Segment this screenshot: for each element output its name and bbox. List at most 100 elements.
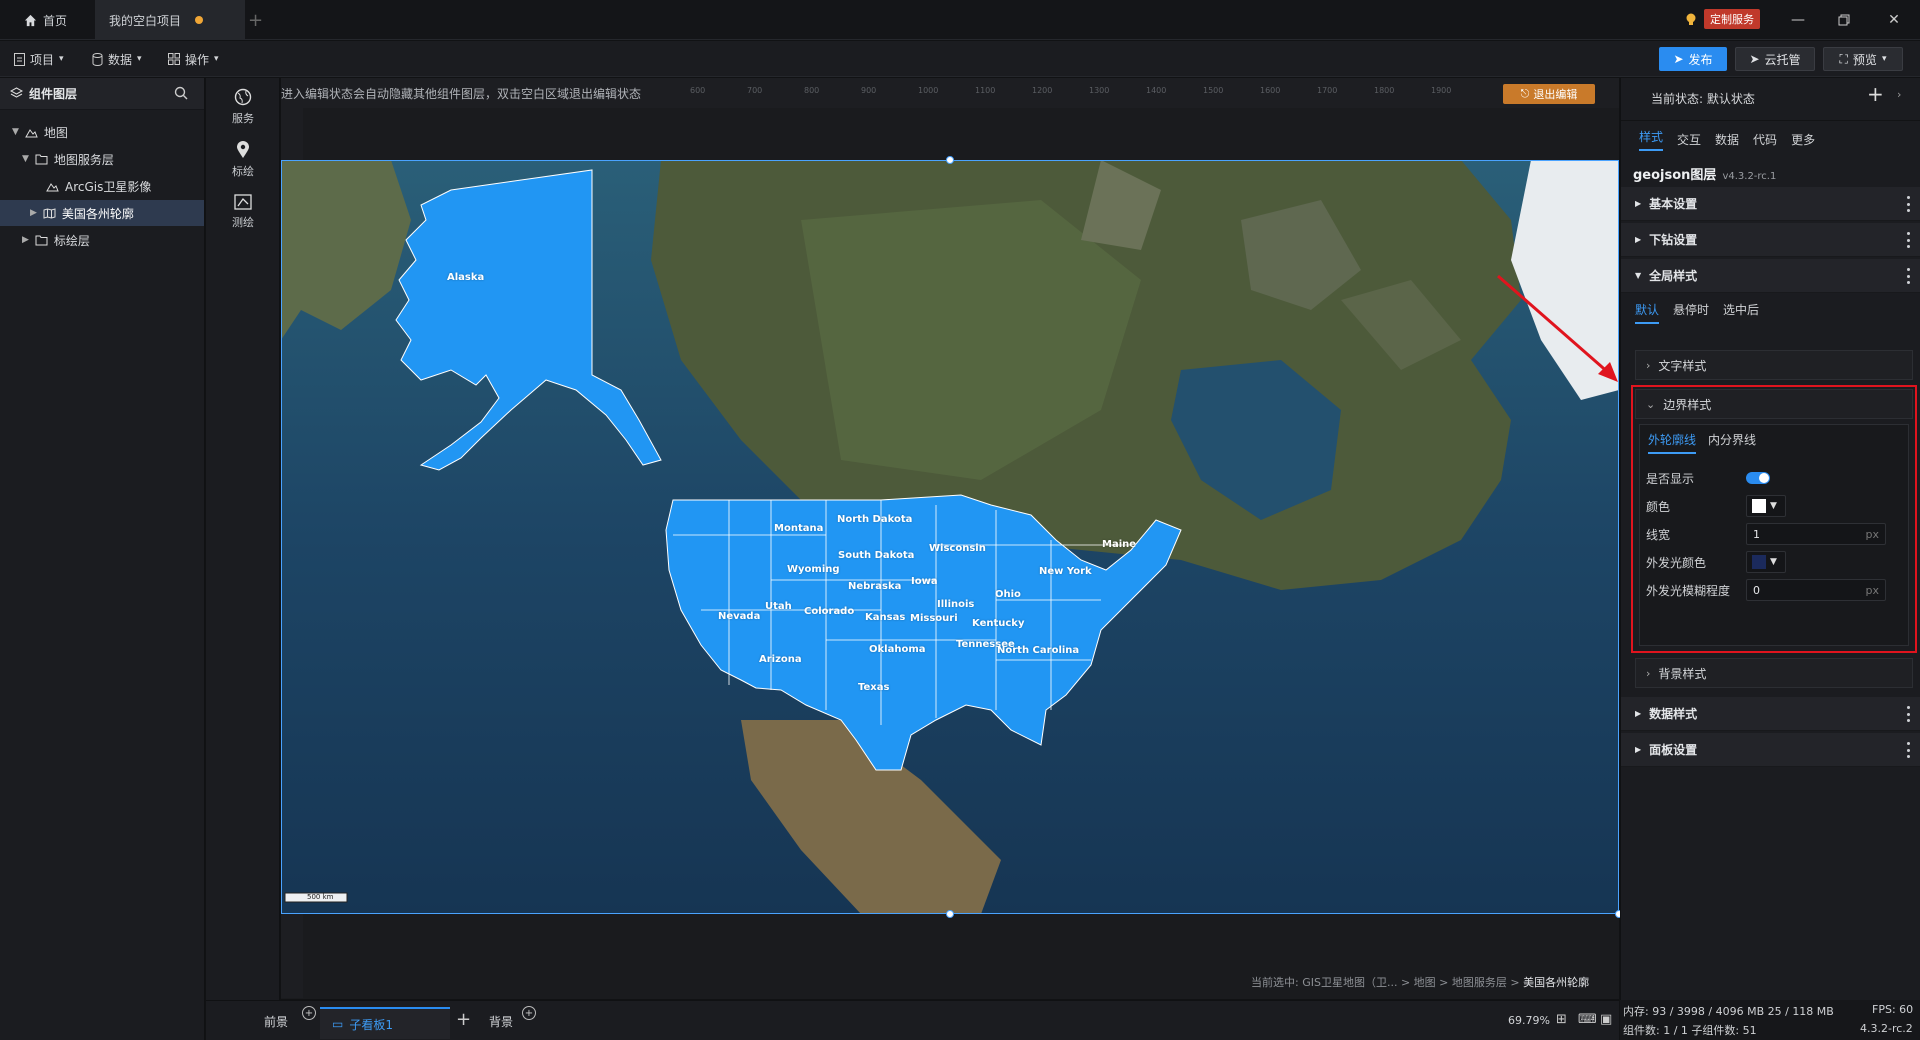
chevron-right-icon[interactable]: › xyxy=(1897,88,1901,101)
mountain-icon xyxy=(25,127,38,138)
resize-handle-bottom[interactable] xyxy=(946,910,954,918)
tab-data[interactable]: 数据 xyxy=(1715,131,1739,148)
more-icon[interactable] xyxy=(1907,706,1911,722)
chevron-down-icon: ▼ xyxy=(1770,501,1777,511)
preview-button[interactable]: ⛶ 预览 ▾ xyxy=(1823,47,1903,71)
minimize-icon[interactable]: — xyxy=(1788,10,1808,30)
subsection-border-style[interactable]: ⌄ 边界样式 xyxy=(1635,389,1913,419)
layer-panel-header: 组件图层 xyxy=(0,78,204,110)
menu-project[interactable]: 项目 ▾ xyxy=(14,41,64,77)
layer-panel: 组件图层 ▼ 地图 ▼ 地图服务层 ArcGis卫星影像 ▶ 美国各州轮廓 ▶ … xyxy=(0,78,205,1040)
chevron-down-icon: ▼ xyxy=(1770,557,1777,567)
glow-blur-input[interactable]: 0 px xyxy=(1746,579,1886,601)
new-tab-button[interactable]: + xyxy=(248,10,263,31)
fit-screen-icon[interactable]: ⊞ xyxy=(1556,1012,1567,1027)
tool-service[interactable]: 服务 xyxy=(206,88,280,138)
search-icon[interactable] xyxy=(174,86,188,100)
section-global-style[interactable]: ▼ 全局样式 xyxy=(1621,259,1920,293)
keyboard-icon[interactable]: ⌨ xyxy=(1578,1012,1597,1027)
color-picker[interactable]: ▼ xyxy=(1746,495,1786,517)
section-label: 面板设置 xyxy=(1649,743,1698,757)
glow-color-picker[interactable]: ▼ xyxy=(1746,551,1786,573)
state-contiguous-us[interactable] xyxy=(661,490,1191,780)
section-label: 基本设置 xyxy=(1649,197,1698,211)
tab-home[interactable]: 首页 xyxy=(10,0,90,40)
menu-data[interactable]: 数据 ▾ xyxy=(92,41,142,77)
horizontal-ruler: 600 700 800 900 1000 1100 1200 1300 1400 1500 1600… xyxy=(690,78,1590,108)
section-drill-settings[interactable]: ▶ 下钻设置 xyxy=(1621,223,1920,257)
add-foreground-icon[interactable]: + xyxy=(302,1006,316,1020)
tab-home-label: 首页 xyxy=(43,13,68,28)
layers-icon xyxy=(10,87,23,100)
layer-panel-title: 组件图层 xyxy=(29,87,78,101)
caret-down-icon: ▼ xyxy=(12,127,19,137)
section-panel-settings[interactable]: ▶ 面板设置 xyxy=(1621,733,1920,767)
restore-icon[interactable] xyxy=(1834,10,1854,30)
ruler-tick: 1800 xyxy=(1374,86,1395,95)
tab-style[interactable]: 样式 xyxy=(1639,128,1664,151)
state-tab-hover[interactable]: 悬停时 xyxy=(1673,301,1709,324)
tool-measure[interactable]: 测绘 xyxy=(206,194,280,244)
current-state[interactable]: 当前状态: 默认状态 xyxy=(1651,90,1755,107)
add-board-button[interactable]: + xyxy=(456,1009,471,1030)
state-tab-default[interactable]: 默认 xyxy=(1635,301,1660,324)
tab-more[interactable]: 更多 xyxy=(1791,131,1815,148)
tree-item-label: 标绘层 xyxy=(53,233,90,248)
ruler-tick: 1000 xyxy=(918,86,939,95)
label-nevada: Nevada xyxy=(718,611,761,622)
label-nebraska: Nebraska xyxy=(848,581,902,592)
more-icon[interactable] xyxy=(1907,268,1911,284)
background-tab[interactable]: 背景 xyxy=(489,1013,513,1030)
add-background-icon[interactable]: + xyxy=(522,1006,536,1020)
breadcrumb-current[interactable]: 美国各州轮廓 xyxy=(1523,976,1589,989)
foreground-tab[interactable]: 前景 xyxy=(264,1013,288,1030)
more-icon[interactable] xyxy=(1907,742,1911,758)
tree-item-map[interactable]: ▼ 地图 xyxy=(0,119,204,145)
menu-operation[interactable]: 操作 ▾ xyxy=(168,41,219,77)
label-kansas: Kansas xyxy=(865,612,906,623)
glow-color-label: 外发光颜色 xyxy=(1646,555,1707,570)
tool-annotate[interactable]: 标绘 xyxy=(206,141,280,191)
line-width-input[interactable]: 1 px xyxy=(1746,523,1886,545)
lightbulb-icon xyxy=(1684,12,1698,26)
custom-service-button[interactable]: 定制服务 xyxy=(1684,9,1760,29)
tab-inner-boundary[interactable]: 内分界线 xyxy=(1708,431,1756,454)
color-swatch xyxy=(1752,499,1766,513)
unit-label: px xyxy=(1865,583,1880,597)
status-bar: 内存: 93 / 3998 / 4096 MB 25 / 118 MB FPS:… xyxy=(1620,1000,1920,1040)
section-data-style[interactable]: ▶ 数据样式 xyxy=(1621,697,1920,731)
terminal-icon[interactable]: ▣ xyxy=(1600,1012,1612,1027)
satellite-map[interactable]: Alaska Montana North Dakota South Dakota… xyxy=(281,160,1619,914)
tab-interaction[interactable]: 交互 xyxy=(1677,131,1701,148)
state-alaska[interactable] xyxy=(381,160,701,480)
chevron-down-icon: ▾ xyxy=(137,54,142,64)
close-icon[interactable]: ✕ xyxy=(1884,10,1904,30)
subsection-text-style[interactable]: › 文字样式 xyxy=(1635,350,1913,380)
tree-item-label: 美国各州轮廓 xyxy=(61,206,134,221)
zoom-level[interactable]: 69.79% xyxy=(1508,1014,1550,1027)
visible-toggle[interactable] xyxy=(1746,472,1770,484)
tab-project[interactable]: 我的空白项目 xyxy=(95,0,245,40)
exit-edit-button[interactable]: ⎋ 退出编辑 xyxy=(1503,84,1595,104)
row-glow-blur: 外发光模糊程度 0 px xyxy=(1646,578,1891,602)
tab-code[interactable]: 代码 xyxy=(1753,131,1777,148)
tree-item-map-service-layer[interactable]: ▼ 地图服务层 xyxy=(0,146,204,172)
label-iowa: Iowa xyxy=(911,576,938,587)
state-tab-selected[interactable]: 选中后 xyxy=(1723,301,1759,324)
section-basic-settings[interactable]: ▶ 基本设置 xyxy=(1621,187,1920,221)
tree-item-annotation-layer[interactable]: ▶ 标绘层 xyxy=(0,227,204,253)
folder-icon xyxy=(35,235,48,246)
add-state-button[interactable]: + xyxy=(1867,82,1884,106)
publish-button[interactable]: ➤ 发布 xyxy=(1659,47,1727,71)
tree-item-us-states[interactable]: ▶ 美国各州轮廓 xyxy=(0,200,204,226)
tab-outer-outline[interactable]: 外轮廓线 xyxy=(1648,431,1697,454)
title-bar: 首页 我的空白项目 + 定制服务 — ✕ xyxy=(0,0,1920,40)
tree-item-arcgis-imagery[interactable]: ArcGis卫星影像 xyxy=(0,173,204,199)
resize-handle-top[interactable] xyxy=(946,156,954,164)
more-icon[interactable] xyxy=(1907,232,1911,248)
subsection-background-style[interactable]: › 背景样式 xyxy=(1635,658,1913,688)
edit-hint: 进入编辑状态会自动隐藏其他组件图层，双击空白区域退出编辑状态 xyxy=(281,86,642,101)
tab-subboard[interactable]: ▭ 子看板1 xyxy=(320,1007,450,1039)
cloud-host-button[interactable]: ➤ 云托管 xyxy=(1735,47,1815,71)
more-icon[interactable] xyxy=(1907,196,1911,212)
